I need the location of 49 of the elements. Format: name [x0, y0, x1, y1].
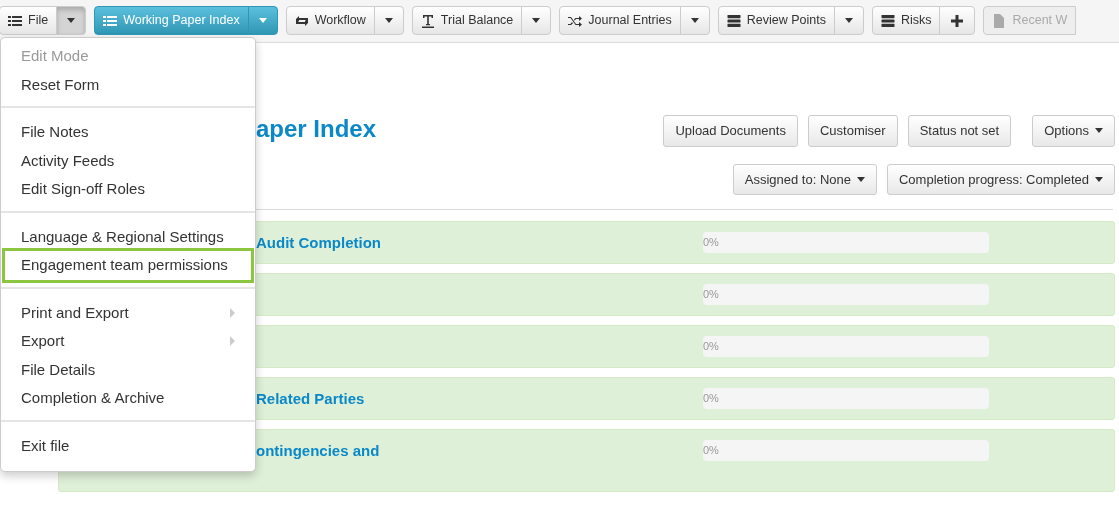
- toolbar-tab[interactable]: Journal Entries: [559, 6, 681, 35]
- menu-item[interactable]: Print and Export: [1, 298, 255, 327]
- add-button[interactable]: [939, 6, 976, 35]
- text-underline-icon: [420, 13, 435, 28]
- action-button[interactable]: Customiser: [807, 115, 898, 147]
- caret-icon: [1095, 176, 1103, 182]
- toolbar-tab[interactable]: Review Points: [717, 6, 835, 35]
- dropdown-toggle[interactable]: [247, 6, 278, 35]
- toolbar-tab[interactable]: Trial Balance: [411, 6, 523, 35]
- dropdown-button[interactable]: Options: [1032, 115, 1115, 147]
- submenu-arrow-icon: [230, 336, 235, 347]
- submenu-arrow-icon: [230, 307, 235, 318]
- menu-item[interactable]: Language & Regional Settings: [1, 222, 255, 251]
- menu-item[interactable]: Export: [1, 327, 255, 356]
- menu-item[interactable]: File Details: [1, 355, 255, 384]
- action-button[interactable]: Upload Documents: [663, 115, 798, 147]
- menu-item[interactable]: Activity Feeds: [1, 146, 255, 175]
- document-icon: [992, 13, 1007, 28]
- toolbar-tab[interactable]: Risks: [871, 6, 941, 35]
- menu-item[interactable]: Engagement team permissions: [5, 251, 251, 280]
- menu-item[interactable]: Completion & Archive: [1, 384, 255, 413]
- progress-label: 0%: [703, 444, 719, 456]
- page-title: aper Index: [256, 115, 377, 143]
- progress-label: 0%: [703, 340, 719, 352]
- caret-icon: [1095, 128, 1103, 134]
- list-icon: [8, 13, 22, 28]
- dropdown-button[interactable]: Assigned to: None: [732, 163, 877, 195]
- dropdown-toggle[interactable]: [373, 6, 404, 35]
- progress-label: 0%: [703, 392, 719, 404]
- progress-label: 0%: [703, 288, 719, 300]
- menu-item[interactable]: File Notes: [1, 118, 255, 147]
- stack-icon: [880, 13, 895, 28]
- dropdown-toggle[interactable]: [833, 6, 864, 35]
- menu-item[interactable]: Exit file: [1, 431, 255, 460]
- dropdown-toggle[interactable]: [679, 6, 710, 35]
- dropdown-button[interactable]: Completion progress: Completed: [886, 163, 1115, 195]
- toolbar-tab[interactable]: File: [0, 6, 58, 35]
- toolbar-tab[interactable]: Workflow: [285, 6, 375, 35]
- action-button[interactable]: Status not set: [907, 115, 1012, 147]
- dropdown-toggle[interactable]: [56, 6, 87, 35]
- stack-icon: [726, 13, 741, 28]
- menu-item[interactable]: Edit Sign-off Roles: [1, 175, 255, 204]
- dropdown-toggle[interactable]: [521, 6, 552, 35]
- list-icon: [103, 13, 118, 28]
- menu-item[interactable]: Reset Form: [1, 70, 255, 99]
- plus-icon: [950, 13, 965, 28]
- shuffle-icon: [568, 13, 583, 28]
- caret-icon: [856, 176, 865, 182]
- progress-label: 0%: [703, 236, 719, 248]
